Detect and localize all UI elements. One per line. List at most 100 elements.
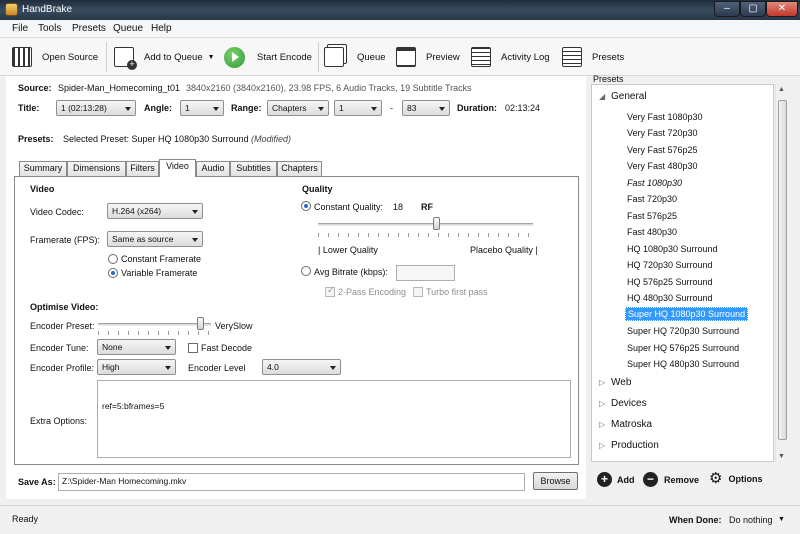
title-select[interactable]: 1 (02:13:28) [56,100,136,116]
angle-select[interactable]: 1 [180,100,224,116]
preset-group-devices-label: Devices [611,398,647,409]
two-pass-checkbox[interactable]: ✓ [325,285,335,297]
preset-group-matroska-label: Matroska [611,419,653,430]
encoder-level-select[interactable]: 4.0 [262,359,341,375]
constant-quality-slider[interactable] [318,223,533,226]
constant-quality-radio[interactable] [301,201,311,211]
browse-button[interactable]: Browse [533,472,578,490]
tab-chapters[interactable]: Chapters [277,161,322,176]
preset-item[interactable]: Fast 720p30 [625,193,679,205]
queue-button[interactable]: Queue [324,45,386,69]
range-end-select[interactable]: 83 [402,100,450,116]
preset-item[interactable]: Very Fast 720p30 [625,127,700,139]
menu-presets[interactable]: Presets [72,23,106,34]
tab-video[interactable]: Video [159,159,196,177]
encoder-preset-slider[interactable] [98,323,211,326]
scroll-up-icon[interactable]: ▲ [778,86,785,93]
tab-filters[interactable]: Filters [126,161,159,176]
preset-group-production-label: Production [611,440,659,451]
preset-item-default[interactable]: Fast 1080p30 [625,177,684,189]
tab-subtitles[interactable]: Subtitles [230,161,277,176]
preset-item-selected[interactable]: Super HQ 1080p30 Surround [625,307,749,321]
chevron-down-icon[interactable]: ▼ [208,54,215,61]
fast-decode-checkbox[interactable] [188,343,198,353]
open-source-button[interactable]: Open Source [12,45,98,69]
handbrake-logo-icon [5,3,18,16]
preset-item[interactable]: HQ 1080p30 Surround [625,243,720,255]
title-value: 1 (02:13:28) [61,103,107,113]
range-label: Range: [231,103,262,113]
maximize-button[interactable]: ▢ [740,1,766,17]
preset-group-matroska[interactable]: ▷ Matroska [599,419,652,430]
film-open-icon [12,47,32,67]
minimize-button[interactable]: ‒ [714,1,740,17]
remove-preset-button[interactable]: − Remove [643,472,699,487]
chevron-down-icon [330,366,336,370]
menu-help[interactable]: Help [151,23,172,34]
framerate-label: Framerate (FPS): [30,235,101,245]
preset-item[interactable]: Super HQ 480p30 Surround [625,358,741,370]
preset-item[interactable]: Super HQ 720p30 Surround [625,325,741,337]
menu-queue[interactable]: Queue [113,23,143,34]
preset-group-production[interactable]: ▷ Production [599,440,659,451]
variable-framerate-radio[interactable] [108,268,118,278]
tab-summary[interactable]: Summary [19,161,67,176]
preset-item[interactable]: HQ 720p30 Surround [625,259,715,271]
menu-tools[interactable]: Tools [38,23,61,34]
constant-quality-slider-thumb[interactable] [433,217,441,230]
preset-item[interactable]: HQ 480p30 Surround [625,292,715,304]
film-preview-icon [396,47,416,67]
preset-group-general[interactable]: ◢ General [599,91,647,102]
activity-log-button[interactable]: Activity Log [471,45,550,69]
preset-item[interactable]: Very Fast 480p30 [625,160,700,172]
start-encode-button[interactable]: Start Encode [224,45,312,69]
variable-framerate-label: Variable Framerate [121,268,198,278]
status-text: Ready [12,514,39,524]
preview-button[interactable]: Preview [396,45,460,69]
constant-quality-value: 18 [393,202,404,212]
tab-audio[interactable]: Audio [196,161,230,176]
encoder-preset-slider-thumb[interactable] [196,317,204,330]
preset-options-button[interactable]: ⚙ Options [709,471,762,486]
when-done-select[interactable]: Do nothing [729,515,773,525]
chevron-down-icon [192,210,198,214]
preset-item[interactable]: Very Fast 1080p30 [625,111,705,123]
preset-item[interactable]: Very Fast 576p25 [625,144,700,156]
avg-bitrate-input[interactable] [396,265,455,281]
add-preset-button[interactable]: + Add [597,472,635,487]
chevron-down-icon[interactable]: ▼ [778,516,785,523]
preset-item[interactable]: HQ 576p25 Surround [625,276,715,288]
constant-framerate-radio[interactable] [108,254,118,264]
presets-tree: ◢ General Very Fast 1080p30 Very Fast 720… [591,84,774,462]
scrollbar-thumb[interactable] [778,100,787,440]
extra-options-textarea[interactable]: ref=5:bframes=5 [97,380,571,458]
preset-group-devices[interactable]: ▷ Devices [599,398,647,409]
preset-item[interactable]: Fast 480p30 [625,226,679,238]
framerate-select[interactable]: Same as source [107,231,203,247]
status-bar: Ready When Done: Do nothing ▼ [0,505,800,534]
scroll-down-icon[interactable]: ▼ [778,453,785,460]
presets-scrollbar[interactable]: ▲ ▼ [775,84,788,462]
save-as-input[interactable]: Z:\Spider-Man Homecoming.mkv [58,473,525,491]
encoder-tune-select[interactable]: None [97,339,176,355]
encoder-profile-select[interactable]: High [97,359,176,375]
range-type-select[interactable]: Chapters [267,100,329,116]
duration-value: 02:13:24 [505,103,541,113]
add-to-queue-button[interactable]: + Add to Queue ▼ [114,45,215,70]
queue-stack-icon [324,47,344,67]
preset-item[interactable]: Super HQ 576p25 Surround [625,342,741,354]
video-codec-select[interactable]: H.264 (x264) [107,203,203,219]
range-start-select[interactable]: 1 [334,100,382,116]
turbo-first-pass-checkbox[interactable] [413,287,423,297]
preset-group-web[interactable]: ▷ Web [599,377,631,388]
menu-file[interactable]: File [12,23,28,34]
encoder-level-value: 4.0 [267,362,279,372]
close-button[interactable]: ✕ [766,1,798,17]
encoder-profile-label: Encoder Profile: [30,363,95,373]
avg-bitrate-radio[interactable] [301,266,311,276]
lower-quality-label: | Lower Quality [318,245,378,255]
turbo-first-pass-label: Turbo first pass [426,287,488,297]
presets-toolbar-button[interactable]: Presets [562,45,624,69]
tab-dimensions[interactable]: Dimensions [67,161,126,176]
preset-item[interactable]: Fast 576p25 [625,210,679,222]
